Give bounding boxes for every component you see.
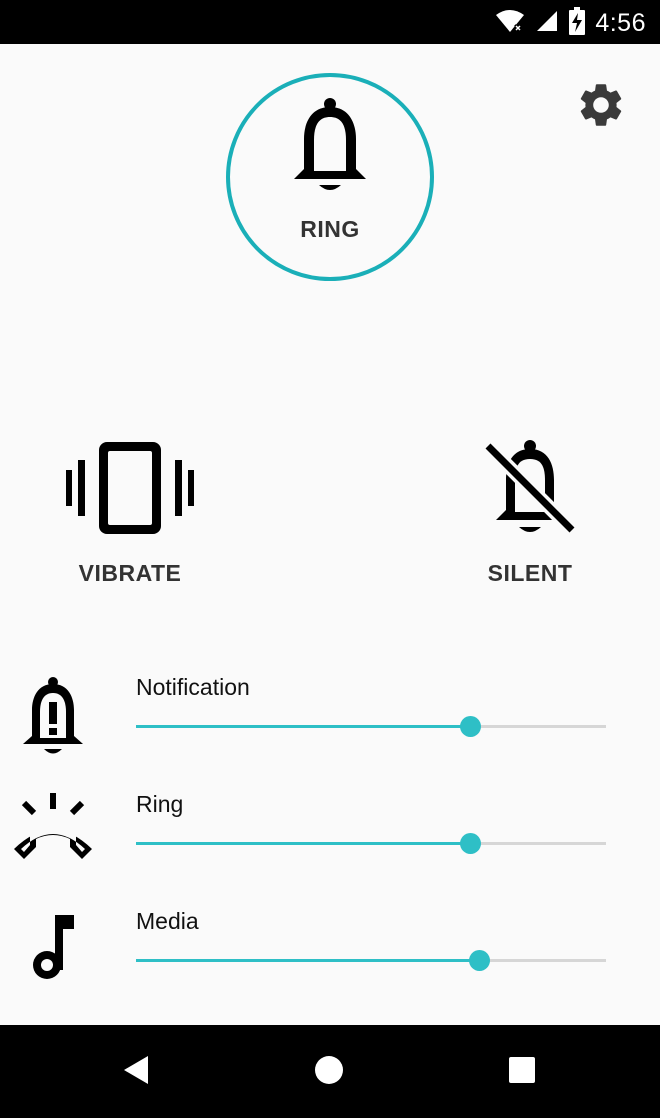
music-note-icon [10, 910, 96, 996]
ring-mode-label: RING [300, 216, 360, 242]
recents-square-icon [508, 1056, 536, 1089]
home-circle-icon [314, 1055, 344, 1090]
slider-fill [136, 959, 480, 962]
bell-icon [284, 97, 376, 197]
media-volume-slider[interactable] [136, 946, 606, 976]
media-volume-row: Media [0, 902, 660, 1002]
notification-alert-icon [10, 674, 96, 760]
slider-fill [136, 842, 470, 845]
ring-volume-label: Ring [136, 791, 184, 817]
gear-icon [575, 79, 627, 136]
cell-signal-icon [535, 9, 559, 38]
vibrate-mode-button[interactable]: VIBRATE [40, 430, 220, 600]
notification-volume-label: Notification [136, 674, 250, 700]
notification-volume-row: Notification [0, 668, 660, 768]
slider-thumb[interactable] [459, 833, 481, 854]
silent-mode-button[interactable]: SILENT [440, 430, 620, 600]
slider-thumb[interactable] [469, 950, 491, 971]
battery-charging-icon [569, 6, 586, 40]
back-triangle-icon [122, 1055, 150, 1090]
vibrate-mode-label: VIBRATE [78, 560, 182, 586]
clock: 4:56 [595, 8, 646, 37]
wifi-icon [495, 8, 525, 39]
vibrate-icon [66, 440, 194, 540]
slider-fill [136, 725, 470, 728]
slider-thumb[interactable] [459, 716, 481, 737]
status-bar: 4:56 [0, 0, 660, 44]
silent-mode-label: SILENT [487, 560, 573, 586]
media-volume-label: Media [136, 908, 199, 934]
home-button[interactable] [304, 1047, 354, 1097]
ring-mode-button[interactable]: RING [226, 73, 434, 281]
ring-volume-slider[interactable] [136, 829, 606, 859]
recents-button[interactable] [497, 1047, 547, 1097]
status-icons: 4:56 [495, 6, 646, 40]
back-button[interactable] [111, 1047, 161, 1097]
notification-volume-slider[interactable] [136, 712, 606, 742]
app-screen: 4:56 RING VIBRATE SILENT Notification Ri… [0, 0, 660, 1118]
bell-off-icon [480, 438, 580, 544]
navigation-bar [0, 1025, 660, 1118]
phone-ringing-icon [10, 791, 96, 877]
ring-volume-row: Ring [0, 785, 660, 885]
settings-button[interactable] [574, 80, 628, 134]
